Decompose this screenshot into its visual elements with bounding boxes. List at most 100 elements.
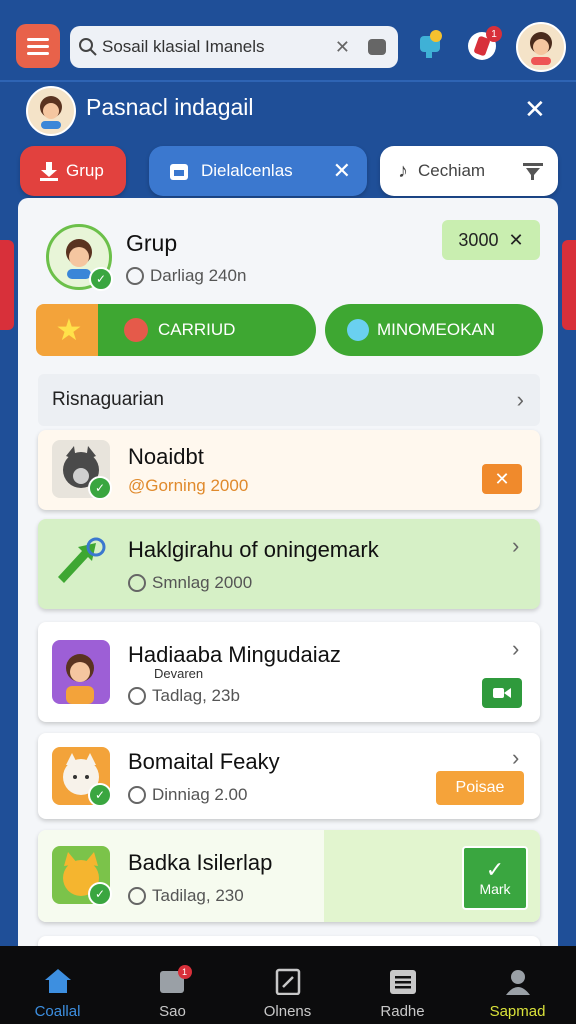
group-sub-text: Darliag 240n <box>150 266 247 285</box>
page-title: Pasnacl indagail <box>86 94 254 120</box>
item-sub-text: Tadilag, 230 <box>152 886 244 905</box>
item-sub: Tadlag, 23b <box>128 686 240 706</box>
camera-icon[interactable] <box>368 39 386 55</box>
arrow-target-icon <box>52 533 110 591</box>
item-sub-text: Tadlag, 23b <box>152 686 240 705</box>
poisae-button[interactable]: Poisae <box>436 771 524 805</box>
item-sub: Tadilag, 230 <box>128 886 244 906</box>
side-decoration-right <box>562 240 576 330</box>
chip-detail[interactable]: Dielalcenlas ✕ <box>149 146 367 196</box>
group-info-avatar: ✓ <box>46 224 113 291</box>
group-name: Grup <box>126 230 178 256</box>
notification-badge: 1 <box>486 26 502 42</box>
close-icon[interactable]: ✕ <box>524 94 546 125</box>
main-card: ✓ Grup Darliag 240n 3000 ✕ ★ CARRIUD MIN… <box>18 198 558 958</box>
puzzle-icon[interactable] <box>416 28 448 60</box>
amount-close-icon[interactable]: ✕ <box>508 230 523 251</box>
group-sub: Darliag 240n <box>126 266 246 286</box>
mark-button[interactable]: ✓ Mark <box>462 846 528 910</box>
minomeokan-button[interactable]: MINOMEOKAN <box>325 304 543 356</box>
nav-item-radhe[interactable]: Radhe <box>345 954 460 1020</box>
chip-grup-label: Grup <box>66 161 104 180</box>
video-button[interactable] <box>482 678 522 708</box>
item-title: Hadiaaba Mingudaiaz <box>128 642 341 667</box>
filter-icon <box>523 163 543 180</box>
menu-button[interactable] <box>16 24 60 68</box>
chip-detail-label: Dielalcenlas <box>201 161 293 180</box>
list-item[interactable]: ✓ Bomaital Feaky Dinniag 2.00 › Poisae <box>38 733 540 819</box>
group-avatar <box>26 86 76 136</box>
search-bar[interactable]: Sosail klasial Imanels ✕ <box>70 26 398 68</box>
nav-item-olnens[interactable]: Olnens <box>230 954 345 1020</box>
poisae-label: Poisae <box>455 779 505 796</box>
item-title: Haklgirahu of oningemark <box>128 537 379 562</box>
girl-card-avatar <box>52 640 110 704</box>
section-label: Risnaguarian <box>52 389 164 410</box>
calendar-icon <box>170 164 188 180</box>
game-icon <box>128 574 146 592</box>
nav-item-sao[interactable]: 1 Sao <box>115 954 230 1020</box>
list-icon <box>389 970 416 994</box>
gift-icon <box>124 318 148 342</box>
amount-badge[interactable]: 3000 ✕ <box>442 220 540 260</box>
chip-grup[interactable]: Grup <box>20 146 126 196</box>
item-sub-text: @Gorning 2000 <box>128 476 249 495</box>
chip-close-icon[interactable]: ✕ <box>333 158 351 184</box>
amount-value: 3000 <box>458 229 499 250</box>
list-item[interactable]: Hadiaaba Mingudaiaz Devaren Tadlag, 23b … <box>38 622 540 722</box>
pulse-icon <box>128 887 146 905</box>
nav-label: Coallal <box>34 1003 81 1020</box>
edit-icon <box>275 968 300 995</box>
nav-item-coallal[interactable]: Coallal <box>0 954 115 1020</box>
item-sub: @Gorning 2000 <box>128 476 248 496</box>
list-item[interactable]: ✓ Badka Isilerlap Tadilag, 230 ✓ Mark <box>38 830 540 922</box>
notification-button[interactable]: 1 <box>466 26 502 62</box>
mark-label: Mark <box>479 881 511 897</box>
list-item[interactable]: Haklgirahu of oningemark Smnlag 2000 › <box>38 519 540 609</box>
verified-icon: ✓ <box>88 476 112 500</box>
chevron-right-icon: › <box>516 387 524 412</box>
verified-icon: ✓ <box>88 882 112 906</box>
chevron-right-icon: › <box>512 636 520 661</box>
music-icon: ♪ <box>398 159 408 182</box>
chevron-right-icon: › <box>512 533 520 558</box>
nav-label: Sao <box>159 1003 186 1020</box>
carriud-button[interactable]: CARRIUD <box>98 304 316 356</box>
nav-label: Radhe <box>380 1003 425 1020</box>
item-sub-text: Dinniag 2.00 <box>152 785 248 804</box>
search-input[interactable]: Sosail klasial Imanels <box>102 37 335 57</box>
image-icon: 1 <box>158 965 192 995</box>
check-icon: ✓ <box>485 857 505 882</box>
item-title: Noaidbt <box>128 444 204 469</box>
section-header[interactable]: Risnaguarian › <box>38 374 540 426</box>
game-icon <box>126 267 144 285</box>
item-title: Badka Isilerlap <box>128 850 273 875</box>
star-button[interactable]: ★ <box>36 304 102 356</box>
clear-icon[interactable]: ✕ <box>335 37 350 58</box>
carriud-label: CARRIUD <box>158 320 236 339</box>
side-decoration-left <box>0 240 14 330</box>
wolf-avatar: ✓ <box>52 440 112 500</box>
nav-label: Olnens <box>263 1003 312 1020</box>
download-icon <box>40 162 58 181</box>
item-note: Devaren <box>154 666 204 681</box>
minomeokan-label: MINOMEOKAN <box>377 320 496 339</box>
list-item[interactable]: ✓ Noaidbt @Gorning 2000 ✕ <box>38 430 540 510</box>
item-sub: Dinniag 2.00 <box>128 785 247 805</box>
tool-icon <box>347 319 369 341</box>
chip-cechiam[interactable]: ♪ Cechiam <box>380 146 558 196</box>
nav-label: Sapmad <box>489 1003 546 1020</box>
item-title: Bomaital Feaky <box>128 749 280 774</box>
profile-avatar[interactable] <box>516 22 566 72</box>
avatar-face-icon <box>40 96 62 129</box>
dismiss-button[interactable]: ✕ <box>482 464 522 494</box>
bottom-nav: Coallal 1 Sao Olnens Radhe Sapmad <box>0 946 576 1024</box>
home-icon <box>44 969 71 993</box>
chip-cechiam-label: Cechiam <box>418 161 486 180</box>
nav-item-sapmad[interactable]: Sapmad <box>460 954 575 1020</box>
hamburger-icon <box>27 38 49 55</box>
avatar-face-icon <box>530 32 552 65</box>
game-icon <box>128 786 146 804</box>
pulse-icon <box>128 687 146 705</box>
star-icon: ★ <box>55 313 83 347</box>
